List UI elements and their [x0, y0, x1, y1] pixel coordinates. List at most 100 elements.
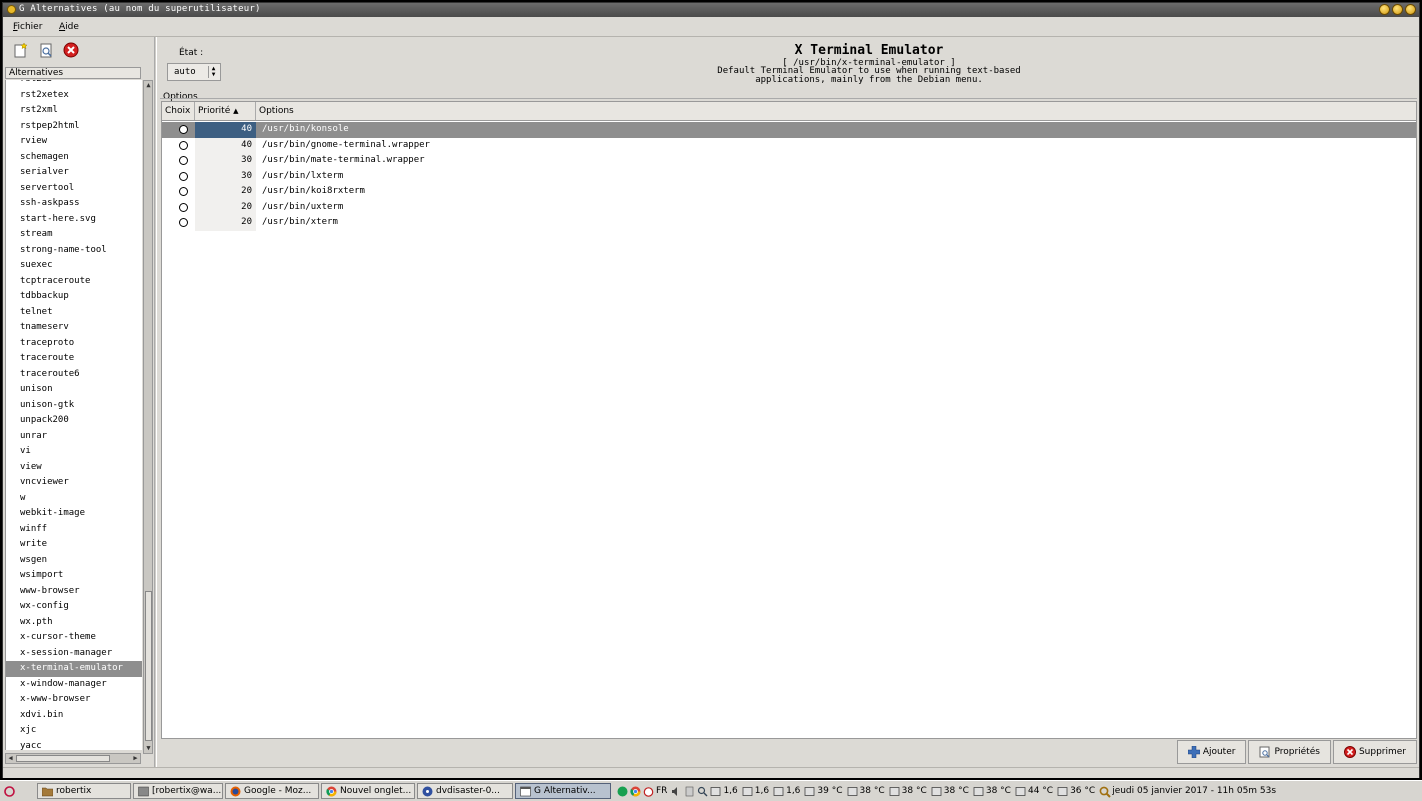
taskbar-task[interactable]: Google - Moz...	[225, 783, 319, 799]
column-options[interactable]: Options	[256, 102, 1416, 120]
list-horizontal-scrollbar[interactable]: ◀ ▶	[5, 753, 141, 764]
alternative-item[interactable]: wx-config	[6, 599, 142, 615]
alternative-item[interactable]: rview	[6, 134, 142, 150]
pane-divider[interactable]	[154, 37, 157, 767]
maximize-button[interactable]	[1392, 4, 1403, 15]
clock[interactable]: jeudi 05 janvier 2017 - 11h 05m 53s	[1112, 786, 1276, 796]
properties-icon[interactable]	[38, 42, 54, 58]
horizontal-scroll-thumb[interactable]	[16, 755, 110, 762]
scroll-right-icon[interactable]: ▶	[131, 754, 140, 763]
alternative-item[interactable]: wsgen	[6, 553, 142, 569]
thermometer-icon[interactable]	[1015, 786, 1026, 797]
alternatives-list[interactable]: rst2s5rst2xetexrst2xmlrstpep2htmlrviewsc…	[5, 80, 142, 750]
alternative-item[interactable]: x-window-manager	[6, 677, 142, 693]
table-row[interactable]: 20/usr/bin/koi8rxterm	[162, 184, 1416, 200]
alternative-item[interactable]: unison	[6, 382, 142, 398]
alternative-item[interactable]: rst2xml	[6, 103, 142, 119]
taskbar-task[interactable]: Nouvel onglet...	[321, 783, 415, 799]
alternative-item[interactable]: yacc	[6, 739, 142, 751]
choice-radio[interactable]	[179, 125, 188, 134]
alternative-item[interactable]: write	[6, 537, 142, 553]
alternative-item[interactable]: strong-name-tool	[6, 243, 142, 259]
thermometer-icon[interactable]	[889, 786, 900, 797]
magnifier-icon[interactable]	[1099, 786, 1111, 798]
choice-radio[interactable]	[179, 171, 188, 181]
choice-radio[interactable]	[179, 202, 188, 212]
alternative-item[interactable]: x-terminal-emulator	[6, 661, 142, 677]
proprietes-button[interactable]: Propriétés	[1248, 740, 1331, 764]
scroll-down-icon[interactable]: ▼	[144, 744, 153, 753]
supprimer-button[interactable]: Supprimer	[1332, 740, 1417, 764]
taskbar-task[interactable]: G Alternativ...	[515, 783, 611, 799]
alternative-item[interactable]: x-www-browser	[6, 692, 142, 708]
alternative-item[interactable]: tdbbackup	[6, 289, 142, 305]
alternative-item[interactable]: servertool	[6, 181, 142, 197]
network-icon[interactable]	[617, 786, 628, 797]
alternative-item[interactable]: vi	[6, 444, 142, 460]
alternative-item[interactable]: x-session-manager	[6, 646, 142, 662]
etat-combo[interactable]: auto ▲ ▼	[167, 63, 221, 81]
alternative-item[interactable]: unrar	[6, 429, 142, 445]
alternative-item[interactable]: start-here.svg	[6, 212, 142, 228]
thermometer-icon[interactable]	[847, 786, 858, 797]
alternative-item[interactable]: unpack200	[6, 413, 142, 429]
menu-aide[interactable]: Aide	[59, 22, 79, 32]
thermometer-icon[interactable]	[804, 786, 815, 797]
alternative-item[interactable]: wsimport	[6, 568, 142, 584]
title-bar[interactable]: G Alternatives (au nom du superutilisate…	[3, 3, 1419, 17]
table-row[interactable]: 20/usr/bin/xterm	[162, 215, 1416, 231]
volume-icon[interactable]	[671, 786, 682, 797]
thermometer-icon[interactable]	[973, 786, 984, 797]
thermometer-icon[interactable]	[1057, 786, 1068, 797]
alternative-item[interactable]: unison-gtk	[6, 398, 142, 414]
clipboard-icon[interactable]	[684, 786, 695, 797]
search-tray-icon[interactable]	[697, 786, 708, 797]
alternative-item[interactable]: rst2xetex	[6, 88, 142, 104]
combo-spin-icon[interactable]: ▲ ▼	[208, 66, 218, 78]
alternative-item[interactable]: tnameserv	[6, 320, 142, 336]
alternative-item[interactable]: rst2s5	[6, 80, 142, 88]
alternative-item[interactable]: vncviewer	[6, 475, 142, 491]
list-vertical-scrollbar[interactable]: ▲ ▼	[143, 80, 153, 754]
vertical-scroll-thumb[interactable]	[145, 591, 152, 741]
taskbar-task[interactable]: [robertix@wa...	[133, 783, 223, 799]
table-row[interactable]: 30/usr/bin/mate-terminal.wrapper	[162, 153, 1416, 169]
table-row[interactable]: 30/usr/bin/lxterm	[162, 168, 1416, 184]
cpu-icon[interactable]	[742, 786, 753, 797]
alternative-item[interactable]: stream	[6, 227, 142, 243]
taskbar-task[interactable]: robertix	[37, 783, 131, 799]
alternatives-column-header[interactable]: Alternatives	[5, 67, 141, 79]
alternative-item[interactable]: view	[6, 460, 142, 476]
close-window-button[interactable]	[1405, 4, 1416, 15]
choice-radio[interactable]	[179, 218, 188, 227]
cpu-icon[interactable]	[773, 786, 784, 797]
table-row[interactable]: 40/usr/bin/gnome-terminal.wrapper	[162, 137, 1416, 153]
alternative-item[interactable]: winff	[6, 522, 142, 538]
alternative-item[interactable]: suexec	[6, 258, 142, 274]
table-row[interactable]: 40/usr/bin/konsole	[162, 122, 1416, 138]
column-priorite[interactable]: Priorité ▲	[195, 102, 256, 120]
choice-radio[interactable]	[179, 156, 188, 165]
alternative-item[interactable]: w	[6, 491, 142, 507]
table-row[interactable]: 20/usr/bin/uxterm	[162, 199, 1416, 215]
options-table[interactable]: Choix Priorité ▲ Options 40/usr/bin/kons…	[161, 101, 1417, 739]
alternative-item[interactable]: traceroute	[6, 351, 142, 367]
scroll-left-icon[interactable]: ◀	[6, 754, 15, 763]
alternative-item[interactable]: rstpep2html	[6, 119, 142, 135]
delete-icon[interactable]	[63, 42, 79, 58]
alternative-item[interactable]: webkit-image	[6, 506, 142, 522]
new-icon[interactable]	[13, 42, 29, 58]
keyboard-layout[interactable]: FR	[656, 786, 667, 796]
alternative-item[interactable]: schemagen	[6, 150, 142, 166]
alternative-item[interactable]: ssh-askpass	[6, 196, 142, 212]
menu-fichier[interactable]: Fichier	[13, 22, 42, 32]
alternative-item[interactable]: telnet	[6, 305, 142, 321]
choice-radio[interactable]	[179, 187, 188, 196]
alternative-item[interactable]: x-cursor-theme	[6, 630, 142, 646]
choice-radio[interactable]	[179, 140, 188, 150]
alternative-item[interactable]: traceroute6	[6, 367, 142, 383]
taskbar-task[interactable]: dvdisaster-0...	[417, 783, 513, 799]
start-menu-icon[interactable]	[4, 785, 15, 797]
alternative-item[interactable]: www-browser	[6, 584, 142, 600]
ajouter-button[interactable]: Ajouter	[1176, 740, 1247, 764]
